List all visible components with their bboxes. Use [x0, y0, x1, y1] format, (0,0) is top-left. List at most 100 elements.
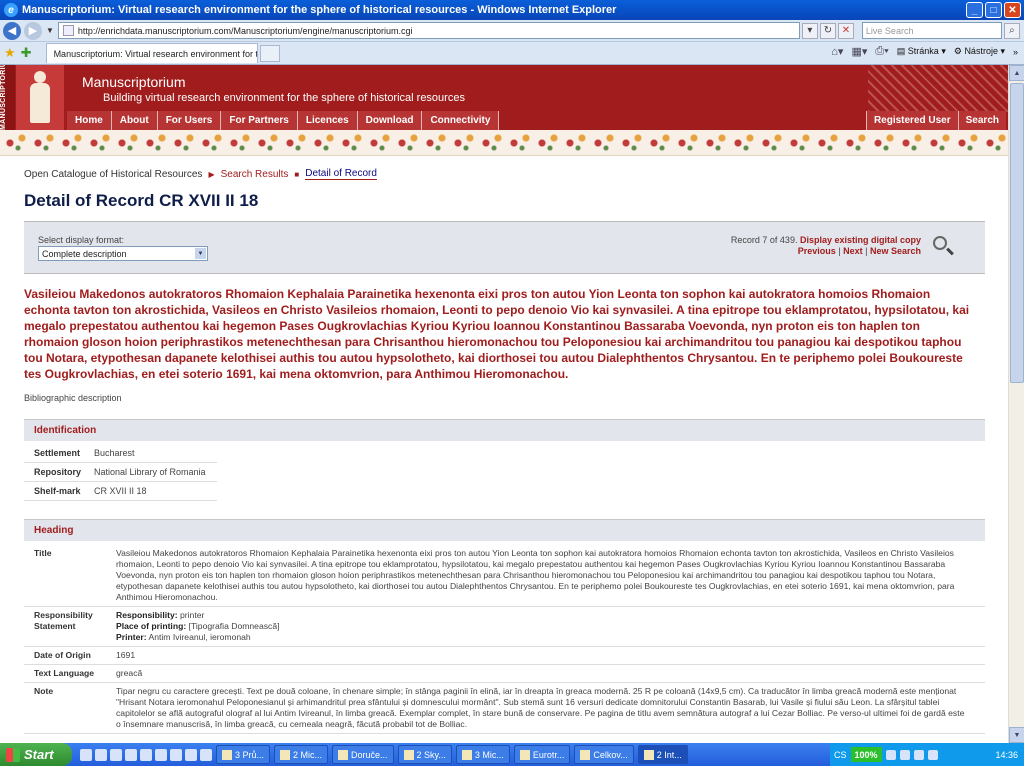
table-row: Title Vasileiou Makedonos autokratoros R…	[24, 545, 985, 607]
breadcrumb-bullet-icon: ■	[294, 169, 300, 179]
breadcrumb-search-results[interactable]: Search Results	[221, 169, 289, 180]
start-button[interactable]: Start	[0, 743, 72, 766]
main-nav: Home About For Users For Partners Licenc…	[67, 111, 500, 130]
tray-icon[interactable]	[913, 749, 924, 760]
minimize-button[interactable]: _	[966, 2, 983, 18]
quicklaunch-icon[interactable]	[80, 748, 92, 761]
maximize-button[interactable]: □	[985, 2, 1002, 18]
note-label: Note	[34, 686, 54, 696]
quicklaunch-icon[interactable]	[200, 748, 212, 761]
new-search-link[interactable]: New Search	[870, 246, 921, 256]
taskbar-item[interactable]: 2 Sky...	[397, 745, 452, 764]
printer-key: Printer:	[116, 632, 147, 642]
live-search-input[interactable]: Live Search	[861, 22, 1002, 39]
nav-for-users[interactable]: For Users	[157, 111, 222, 130]
repository-label: Repository	[34, 467, 82, 477]
magnifier-icon[interactable]	[933, 236, 947, 250]
page-menu[interactable]: ▤ Stránka ▾	[897, 46, 946, 57]
history-dropdown-icon[interactable]: ▼	[46, 26, 54, 35]
zoom-indicator[interactable]: 100%	[850, 747, 882, 762]
nav-licences[interactable]: Licences	[297, 111, 358, 130]
taskbar-item[interactable]: 3 Mic...	[455, 745, 510, 764]
refresh-button[interactable]: ↻	[819, 22, 836, 39]
scroll-up-icon[interactable]: ▲	[1009, 65, 1024, 81]
flag-icon	[519, 749, 530, 760]
digital-copy-link[interactable]: Display existing digital copy	[800, 235, 921, 245]
search-icon[interactable]: ⌕	[1003, 22, 1020, 39]
more-icon[interactable]: »	[1013, 47, 1018, 57]
banner-decoration	[868, 65, 1008, 112]
vertical-logo: MANUSCRIPTORIUM	[0, 65, 15, 130]
live-search-placeholder: Live Search	[865, 25, 914, 36]
table-row: Settlement Bucharest	[24, 444, 217, 463]
close-button[interactable]: ✕	[1004, 2, 1021, 18]
table-row: Text Language greacă	[24, 665, 985, 683]
quicklaunch-icon[interactable]	[95, 748, 107, 761]
nav-home[interactable]: Home	[67, 111, 112, 130]
tray-icon[interactable]	[927, 749, 938, 760]
nav-registered-user[interactable]: Registered User	[865, 111, 958, 130]
tray-icon[interactable]	[885, 749, 896, 760]
taskbar-item[interactable]: Celkov...	[574, 745, 634, 764]
nav-for-partners[interactable]: For Partners	[221, 111, 298, 130]
window-titlebar: e Manuscriptorium: Virtual research envi…	[0, 0, 1024, 20]
format-select[interactable]: Complete description ▼	[38, 246, 208, 261]
address-dropdown-button[interactable]: ▾	[801, 22, 818, 39]
nav-download[interactable]: Download	[357, 111, 423, 130]
breadcrumb-detail[interactable]: Detail of Record	[305, 168, 377, 180]
language-value: greacă	[116, 668, 143, 678]
favorites-star-icon[interactable]: ★	[4, 45, 16, 61]
record-heading: Vasileiou Makedonos autokratoros Rhomaio…	[24, 287, 970, 381]
nav-search[interactable]: Search	[957, 111, 1006, 130]
back-button[interactable]: ◀	[3, 21, 21, 40]
nav-about[interactable]: About	[111, 111, 158, 130]
feeds-icon[interactable]: ▦▾	[851, 45, 867, 58]
quicklaunch-icon[interactable]	[155, 748, 167, 761]
vertical-scrollbar[interactable]: ▲ ▼	[1008, 65, 1024, 743]
next-link[interactable]: Next	[843, 246, 863, 256]
print-icon[interactable]: ⎙▾	[875, 45, 888, 58]
quicklaunch-icon[interactable]	[110, 748, 122, 761]
quicklaunch-icon[interactable]	[125, 748, 137, 761]
taskbar-item-label: 2 Int...	[656, 749, 682, 760]
table-row: Responsibility Statement Responsibility:…	[24, 607, 985, 647]
table-row: Date of Origin 1691	[24, 647, 985, 665]
taskbar-item[interactable]: 2 Int...	[637, 745, 688, 764]
taskbar-item-label: 3 Mic...	[474, 749, 504, 760]
tray-icon[interactable]	[899, 749, 910, 760]
language-indicator[interactable]: CS	[834, 750, 847, 760]
quicklaunch-icon[interactable]	[140, 748, 152, 761]
new-tab-button[interactable]	[259, 44, 280, 62]
scroll-thumb[interactable]	[1010, 83, 1024, 383]
tools-menu[interactable]: ⚙ Nástroje ▾	[954, 46, 1005, 57]
browser-tab[interactable]: Manuscriptorium: Virtual research enviro…	[45, 43, 258, 63]
scroll-down-icon[interactable]: ▼	[1009, 727, 1024, 743]
taskbar-item[interactable]: 2 Mic...	[274, 745, 329, 764]
quicklaunch-icon[interactable]	[185, 748, 197, 761]
stop-button[interactable]: ✕	[837, 22, 854, 39]
start-label: Start	[24, 747, 54, 762]
breadcrumb-arrow-icon: ▶	[208, 169, 215, 179]
breadcrumb-catalogue[interactable]: Open Catalogue of Historical Resources	[24, 169, 202, 180]
taskbar-item[interactable]: Eurotr...	[513, 745, 571, 764]
taskbar-item[interactable]: 3 Prů...	[216, 745, 271, 764]
nav-connectivity[interactable]: Connectivity	[422, 111, 500, 130]
page-title: Detail of Record CR XVII II 18	[24, 191, 259, 210]
previous-link[interactable]: Previous	[798, 246, 836, 256]
forward-button[interactable]: ▶	[24, 21, 42, 40]
site-subtitle: Building virtual research environment fo…	[103, 92, 465, 104]
repository-value: National Library of Romania	[94, 467, 206, 477]
web-page: MANUSCRIPTORIUM Manuscriptorium Building…	[0, 65, 1008, 743]
clock[interactable]: 14:36	[995, 750, 1018, 760]
tab-toolbar: ★ ✚ Manuscriptorium: Virtual research en…	[0, 42, 1024, 65]
home-icon[interactable]: ⌂▾	[831, 45, 843, 58]
taskbar-item[interactable]: Doruče...	[332, 745, 394, 764]
date-label: Date of Origin	[34, 650, 91, 660]
address-input[interactable]: http://enrichdata.manuscriptorium.com/Ma…	[57, 22, 800, 39]
chevron-down-icon[interactable]: ▼	[195, 248, 206, 259]
add-favorites-icon[interactable]: ✚	[21, 45, 32, 61]
site-title[interactable]: Manuscriptorium	[82, 74, 185, 90]
word-icon	[280, 749, 291, 760]
quicklaunch-icon[interactable]	[170, 748, 182, 761]
taskbar-item-label: 2 Sky...	[416, 749, 446, 760]
